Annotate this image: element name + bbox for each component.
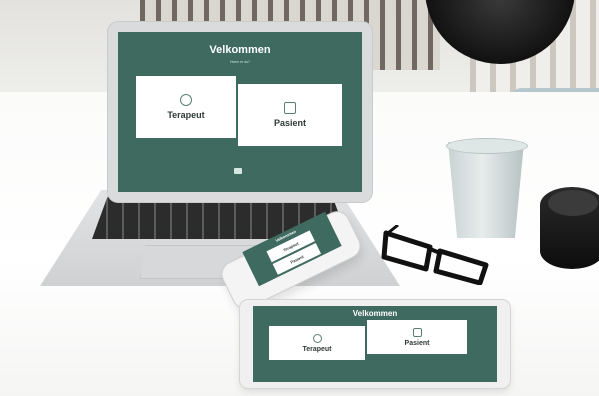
tablet-therapist-label: Terapeut bbox=[302, 345, 332, 353]
patient-icon bbox=[284, 102, 296, 114]
lamp-base-top bbox=[548, 190, 598, 216]
cup-rim bbox=[446, 138, 528, 154]
tablet-screen-title: Velkommen bbox=[352, 309, 398, 318]
therapist-icon bbox=[180, 94, 192, 106]
tablet-patient-icon bbox=[412, 327, 422, 337]
therapist-card[interactable]: Terapeut bbox=[136, 76, 236, 138]
product-mockup-scene: Velkommen Hvem er du? Terapeut Pasient V… bbox=[0, 0, 599, 396]
laptop-screen: Velkommen Hvem er du? Terapeut Pasient bbox=[118, 32, 362, 192]
eyeglasses bbox=[381, 225, 489, 285]
tablet-patient-label: Pasient bbox=[404, 339, 430, 347]
tablet-therapist-icon bbox=[312, 333, 322, 343]
therapist-card-label: Terapeut bbox=[167, 110, 205, 120]
tablet-screen: Velkommen Terapeut Pasient bbox=[253, 306, 497, 382]
phone-patient-label: Pasient bbox=[289, 253, 305, 265]
tablet-therapist-card[interactable]: Terapeut bbox=[269, 326, 365, 360]
phone-therapist-label: Terapeut bbox=[282, 240, 300, 253]
patient-card-label: Pasient bbox=[273, 118, 306, 128]
laptop-screen-logo bbox=[234, 168, 242, 174]
patient-card[interactable]: Pasient bbox=[238, 84, 342, 146]
tablet-patient-card[interactable]: Pasient bbox=[367, 320, 467, 354]
laptop-screen-subtitle: Hvem er du? bbox=[229, 60, 251, 64]
ceramic-cup bbox=[448, 142, 524, 238]
laptop-screen-title: Velkommen bbox=[209, 44, 271, 56]
